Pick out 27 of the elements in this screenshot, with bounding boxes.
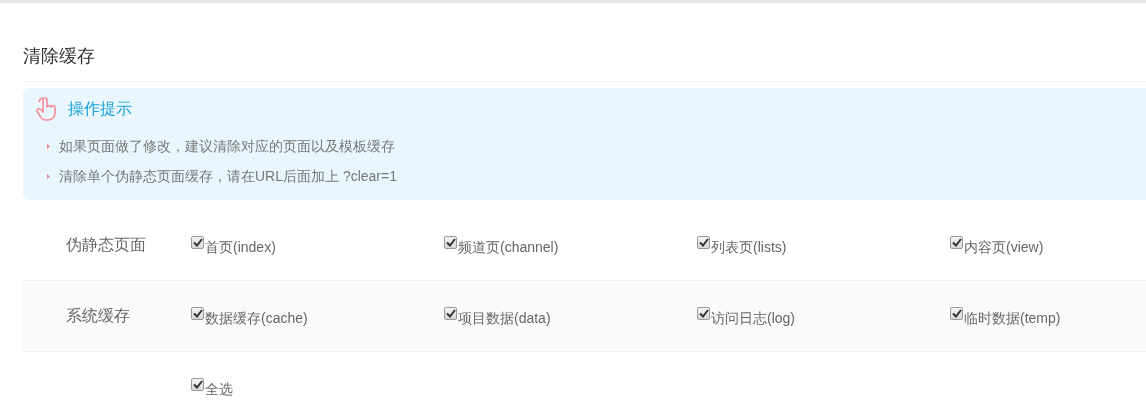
row-label: 系统缓存 xyxy=(66,307,130,324)
checkbox[interactable] xyxy=(444,235,457,249)
checkbox[interactable] xyxy=(950,235,963,249)
checkbox[interactable] xyxy=(697,306,710,320)
checkbox[interactable] xyxy=(950,306,963,320)
checkbox[interactable] xyxy=(444,306,457,320)
checkbox[interactable] xyxy=(697,235,710,249)
hand-pointer-icon xyxy=(36,97,58,121)
checkbox-label: 临时数据(temp) xyxy=(964,308,1061,327)
checkbox-label: 访问日志(log) xyxy=(711,308,795,327)
bullet-icon xyxy=(47,173,50,179)
checkbox[interactable] xyxy=(191,306,204,320)
page-title: 清除缓存 xyxy=(23,45,95,68)
tip-text: 如果页面做了修改，建议清除对应的页面以及模板缓存 xyxy=(59,137,395,156)
bullet-icon xyxy=(47,143,50,149)
checkbox-label: 项目数据(data) xyxy=(458,308,551,327)
checkbox[interactable] xyxy=(191,378,204,391)
checkbox-label: 内容页(view) xyxy=(964,237,1044,256)
tips-title: 操作提示 xyxy=(68,99,132,119)
row-label: 伪静态页面 xyxy=(66,236,146,253)
tip-text: 清除单个伪静态页面缓存，请在URL后面加上 ?clear=1 xyxy=(59,167,397,186)
checkbox-label: 数据缓存(cache) xyxy=(205,308,308,327)
checkbox-label: 列表页(lists) xyxy=(711,237,787,256)
checkbox-label: 全选 xyxy=(205,380,233,398)
checkbox[interactable] xyxy=(191,235,204,249)
checkbox-label: 首页(index) xyxy=(205,237,276,256)
checkbox-label: 频道页(channel) xyxy=(458,237,559,256)
